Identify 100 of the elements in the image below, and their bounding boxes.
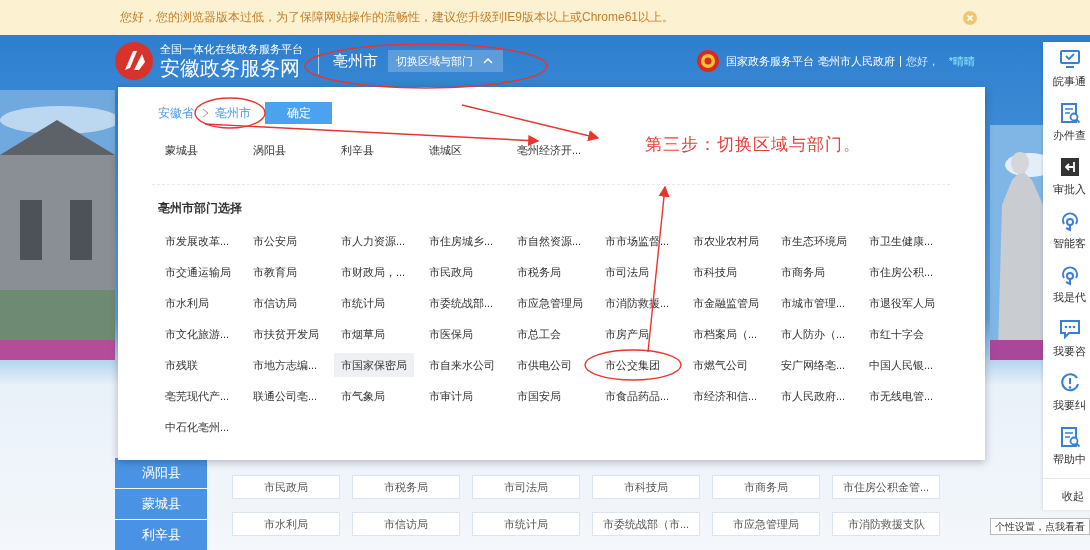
department-item[interactable]: 市审计局: [422, 384, 480, 408]
department-item[interactable]: 市自然资源...: [510, 229, 589, 253]
department-item[interactable]: 市金融监管局: [686, 291, 766, 315]
department-item[interactable]: 市商务局: [774, 260, 832, 284]
department-button[interactable]: 市住房公积金管...: [832, 475, 940, 499]
department-item[interactable]: 市委统战部...: [422, 291, 501, 315]
region-item[interactable]: 谯城区: [422, 138, 469, 162]
side-menu-item[interactable]: 帮助中: [1053, 452, 1086, 466]
chevron-icon: [202, 108, 209, 118]
department-item[interactable]: 市气象局: [334, 384, 392, 408]
chat-icon: [1059, 318, 1081, 340]
department-button[interactable]: 市统计局: [472, 512, 580, 536]
department-item[interactable]: 市交通运输局: [158, 260, 238, 284]
side-menu-item[interactable]: 办件查: [1053, 128, 1086, 142]
department-item[interactable]: 市信访局: [246, 291, 304, 315]
annotation-ellipse: [194, 97, 266, 129]
department-item[interactable]: 市残联: [158, 353, 205, 377]
department-item[interactable]: 市生态环境局: [774, 229, 854, 253]
department-item[interactable]: 市公交集团: [598, 353, 667, 377]
site-subtitle: 全国一体化在线政务服务平台: [160, 42, 303, 56]
collapse-link[interactable]: 收起: [1043, 478, 1090, 504]
headset-icon: [1059, 210, 1081, 232]
department-item[interactable]: 市国家保密局: [334, 353, 414, 377]
department-button[interactable]: 市委统战部（市...: [592, 512, 700, 536]
department-item[interactable]: 市退役军人局: [862, 291, 942, 315]
department-item[interactable]: 亳芜现代产...: [158, 384, 237, 408]
department-button[interactable]: 市商务局: [712, 475, 820, 499]
department-item[interactable]: 市房产局: [598, 322, 656, 346]
department-item[interactable]: 市税务局: [510, 260, 568, 284]
region-item[interactable]: 蒙城县: [158, 138, 205, 162]
department-item[interactable]: 中国人民银...: [862, 353, 941, 377]
document-search-icon: [1059, 102, 1081, 124]
department-item[interactable]: 市地方志编...: [246, 353, 325, 377]
department-item[interactable]: 市应急管理局: [510, 291, 590, 315]
side-menu-item[interactable]: 审批入: [1053, 182, 1086, 196]
department-item[interactable]: 市财政局，...: [334, 260, 413, 284]
side-menu-item[interactable]: 我是代: [1053, 290, 1086, 304]
department-item[interactable]: 市经济和信...: [686, 384, 765, 408]
department-item[interactable]: 市住房公积...: [862, 260, 941, 284]
department-item[interactable]: 联通公司亳...: [246, 384, 325, 408]
department-item[interactable]: 市卫生健康...: [862, 229, 941, 253]
government-link[interactable]: 亳州市人民政府: [817, 53, 895, 69]
department-item[interactable]: 市医保局: [422, 322, 480, 346]
region-item[interactable]: 涡阳县: [246, 138, 293, 162]
department-item[interactable]: 市食品药品...: [598, 384, 677, 408]
department-item[interactable]: 市司法局: [598, 260, 656, 284]
department-button[interactable]: 市消防救援支队: [832, 512, 940, 536]
department-item[interactable]: 市扶贫开发局: [246, 322, 326, 346]
department-item[interactable]: 市烟草局: [334, 322, 392, 346]
region-item[interactable]: 利辛县: [334, 138, 381, 162]
department-button[interactable]: 市应急管理局: [712, 512, 820, 536]
department-item[interactable]: 市红十字会: [862, 322, 931, 346]
site-title: 安徽政务服务网: [160, 56, 301, 80]
department-button[interactable]: 市民政局: [232, 475, 340, 499]
department-item[interactable]: 安广网络亳...: [774, 353, 853, 377]
close-icon: [963, 10, 977, 25]
emblem-icon: [696, 50, 719, 72]
department-item[interactable]: 市自来水公司: [422, 353, 502, 377]
monitor-icon: [1059, 48, 1081, 70]
department-item[interactable]: 市公安局: [246, 229, 304, 253]
department-button[interactable]: 市税务局: [352, 475, 460, 499]
side-menu-item[interactable]: 智能客: [1053, 236, 1086, 250]
department-item[interactable]: 市统计局: [334, 291, 392, 315]
side-menu-item[interactable]: 我要纠: [1053, 398, 1086, 412]
exit-icon: [1059, 156, 1081, 178]
department-item[interactable]: 市市场监督...: [598, 229, 677, 253]
department-item[interactable]: 市民政局: [422, 260, 480, 284]
platform-link[interactable]: 国家政务服务平台: [725, 53, 814, 69]
department-item[interactable]: 市人民政府...: [774, 384, 853, 408]
department-button[interactable]: 市司法局: [472, 475, 580, 499]
department-item[interactable]: 市发展改革...: [158, 229, 237, 253]
department-item[interactable]: 市水利局: [158, 291, 216, 315]
current-city: 亳州市: [333, 51, 378, 71]
tooltip: 个性设置，点我看看: [990, 518, 1090, 535]
department-button[interactable]: 市水利局: [232, 512, 340, 536]
department-item[interactable]: 市人力资源...: [334, 229, 413, 253]
department-item[interactable]: 市燃气公司: [686, 353, 755, 377]
department-item[interactable]: 市国安局: [510, 384, 568, 408]
department-item[interactable]: 市住房城乡...: [422, 229, 501, 253]
region-item[interactable]: 亳州经济开...: [510, 138, 589, 162]
side-menu-item[interactable]: 我要咨: [1053, 344, 1086, 358]
department-item[interactable]: 市总工会: [510, 322, 568, 346]
department-item[interactable]: 市教育局: [246, 260, 304, 284]
document-search-icon: [1059, 426, 1081, 448]
annotation-text: 第三步：切换区域与部门。: [645, 133, 861, 156]
department-item[interactable]: 市城市管理...: [774, 291, 853, 315]
department-item[interactable]: 市供电公司: [510, 353, 579, 377]
department-item[interactable]: 市文化旅游...: [158, 322, 237, 346]
department-item[interactable]: 市科技局: [686, 260, 744, 284]
side-menu-item[interactable]: 皖事通: [1053, 74, 1086, 88]
notice-text: 您好，您的浏览器版本过低，为了保障网站操作的流畅性，建议您升级到IE9版本以上或Chrome61以上。: [120, 9, 675, 26]
department-item[interactable]: 市档案局（...: [686, 322, 765, 346]
department-item[interactable]: 中石化亳州...: [158, 415, 237, 439]
logo-icon: [115, 42, 153, 80]
department-item[interactable]: 市无线电管...: [862, 384, 941, 408]
department-item[interactable]: 市农业农村局: [686, 229, 766, 253]
department-button[interactable]: 市信访局: [352, 512, 460, 536]
department-button[interactable]: 市科技局: [592, 475, 700, 499]
section-heading: 亳州市部门选择: [158, 200, 243, 217]
department-item[interactable]: 市人防办（...: [774, 322, 853, 346]
